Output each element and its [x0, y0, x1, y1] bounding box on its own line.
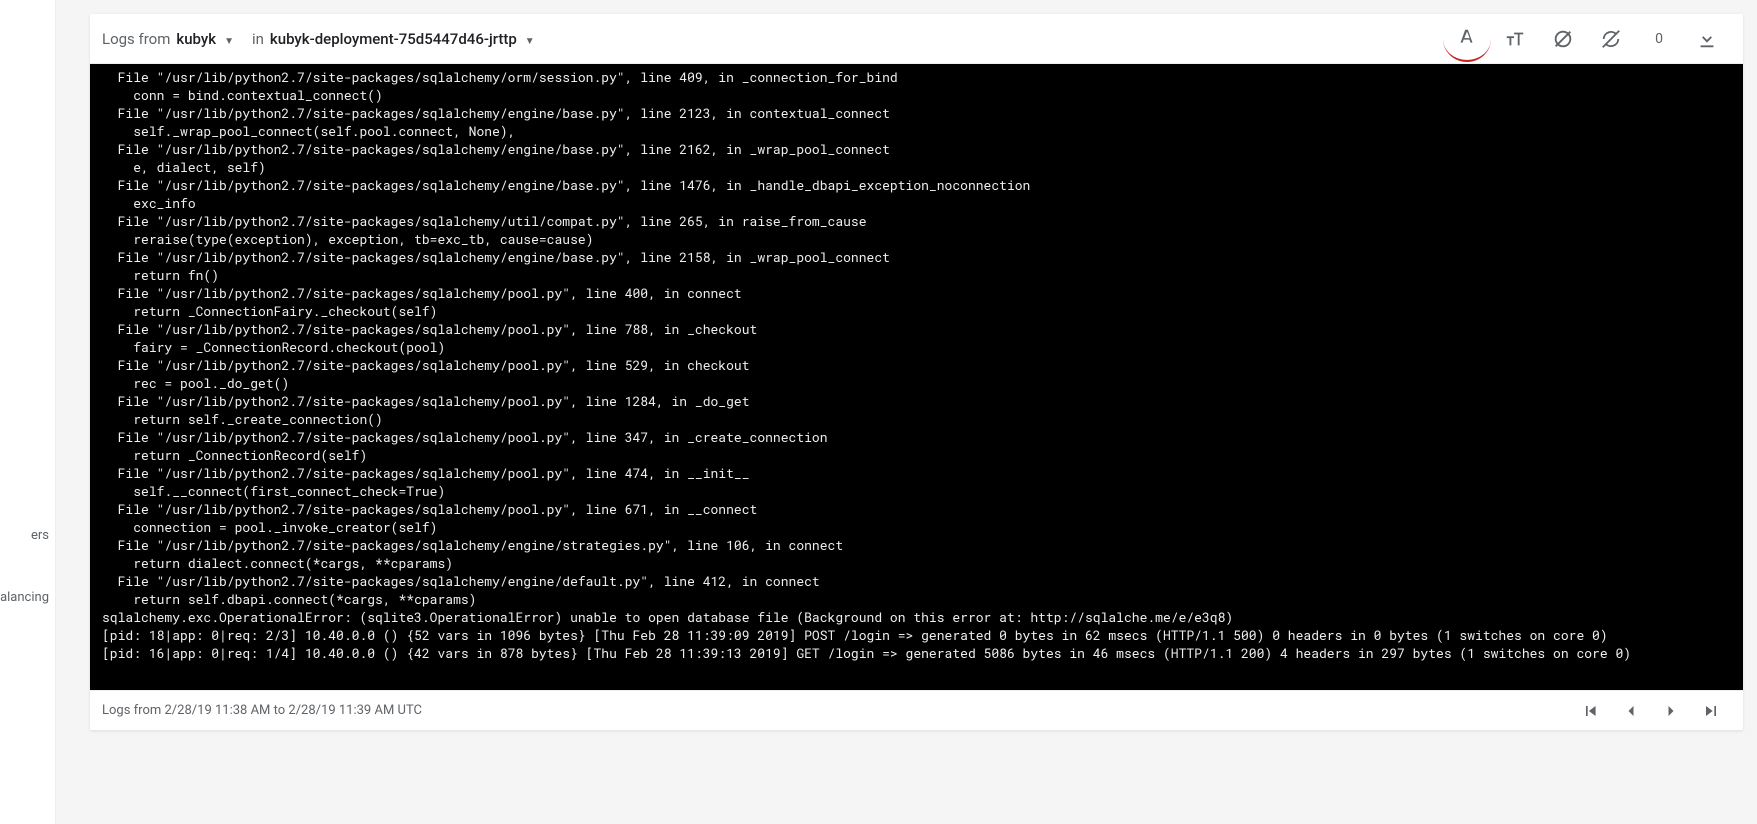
sidebar-item-partial[interactable]: ers	[31, 528, 49, 543]
in-value: kubyk-deployment-75d5447d46-jrttp	[270, 30, 517, 48]
in-label: in	[252, 30, 264, 48]
in-dropdown[interactable]: in kubyk-deployment-75d5447d46-jrttp ▼	[252, 30, 535, 48]
next-page-button[interactable]	[1651, 691, 1691, 731]
last-page-button[interactable]	[1691, 691, 1731, 731]
log-header: Logs from kubyk ▼ in kubyk-deployment-75…	[90, 14, 1743, 64]
logs-from-dropdown[interactable]: Logs from kubyk ▼	[102, 30, 234, 48]
logs-from-label: Logs from	[102, 30, 170, 48]
text-color-button[interactable]	[1443, 16, 1491, 62]
prev-page-button[interactable]	[1611, 691, 1651, 731]
log-terminal[interactable]: File "/usr/lib/python2.7/site-packages/s…	[90, 64, 1743, 690]
first-page-button[interactable]	[1571, 691, 1611, 731]
skipped-count: 0	[1635, 31, 1683, 47]
text-size-button[interactable]	[1491, 15, 1539, 63]
chevron-down-icon: ▼	[525, 36, 535, 47]
chevron-down-icon: ▼	[224, 36, 234, 47]
sidebar: ers alancing	[0, 0, 56, 824]
log-footer: Logs from 2/28/19 11:38 AM to 2/28/19 11…	[90, 690, 1743, 730]
logs-from-value: kubyk	[176, 30, 216, 48]
autorefresh-toggle-button[interactable]	[1587, 15, 1635, 63]
time-range-label: Logs from 2/28/19 11:38 AM to 2/28/19 11…	[102, 703, 422, 718]
timestamps-toggle-button[interactable]	[1539, 15, 1587, 63]
download-button[interactable]	[1683, 15, 1731, 63]
sidebar-item-partial[interactable]: alancing	[0, 590, 49, 605]
log-viewer-panel: Logs from kubyk ▼ in kubyk-deployment-75…	[90, 14, 1743, 730]
